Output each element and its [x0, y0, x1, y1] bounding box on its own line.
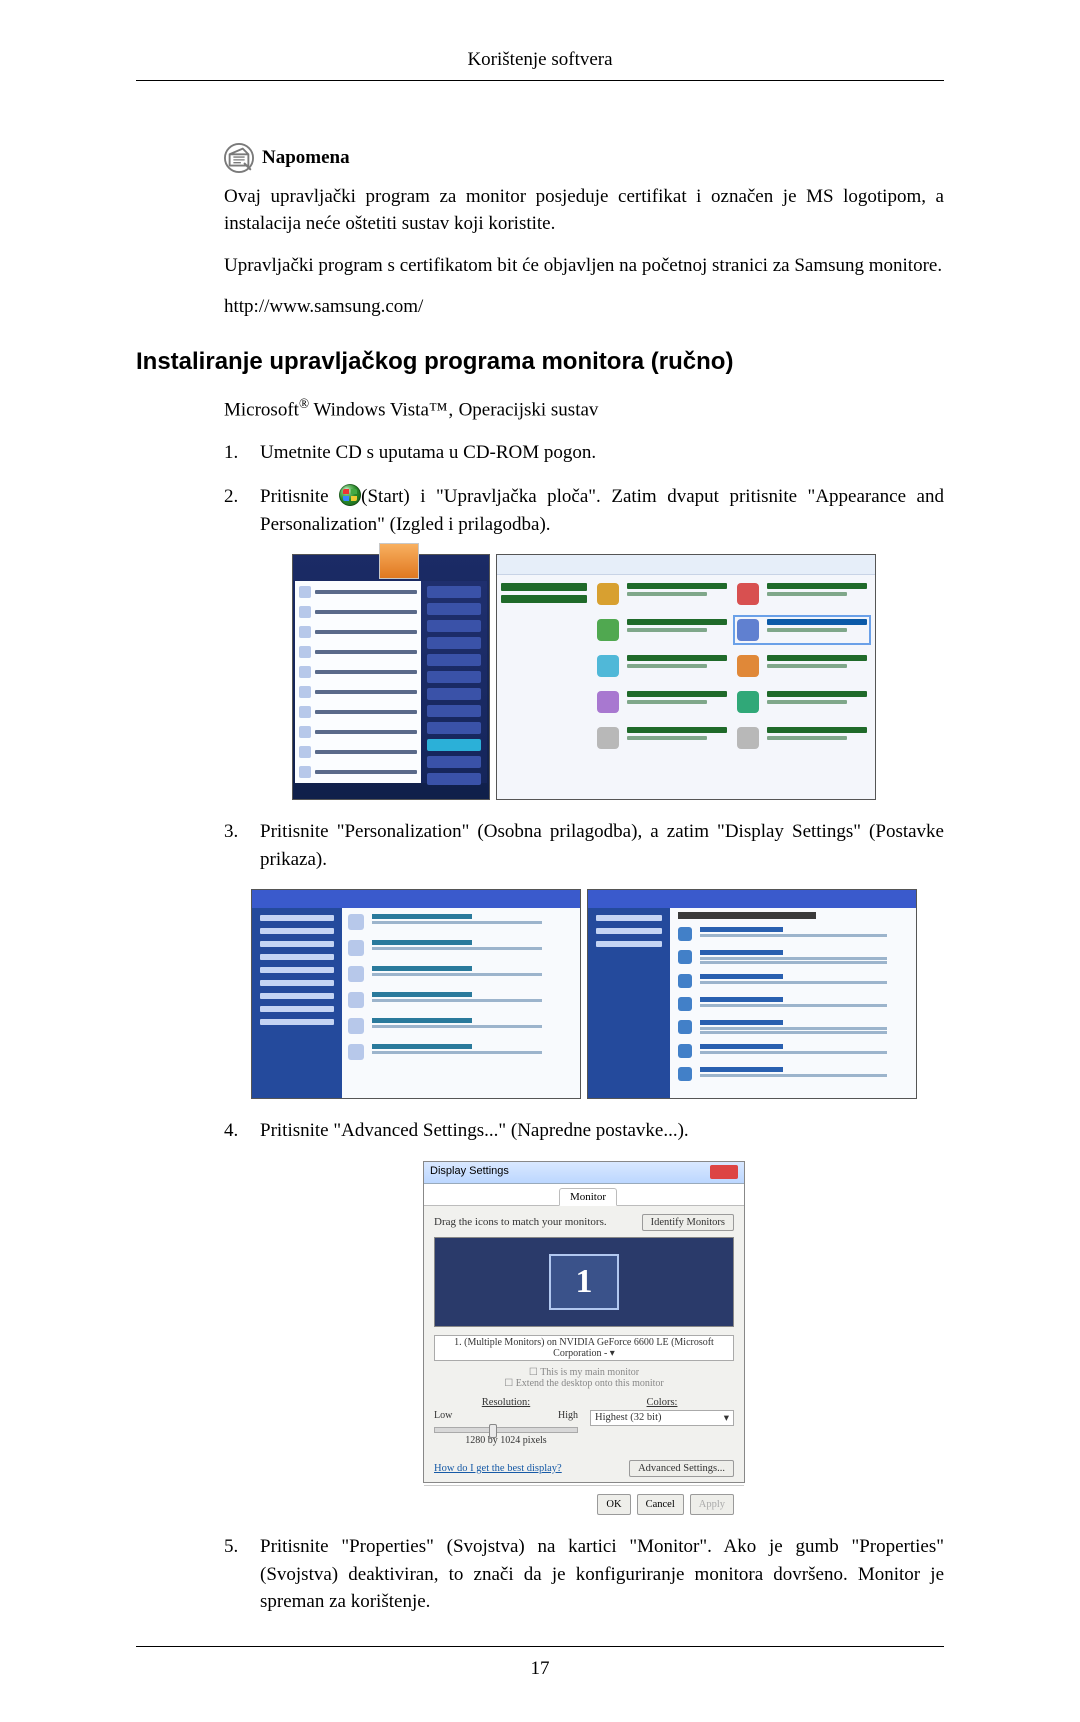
running-head: Korištenje softvera: [0, 46, 1080, 74]
display-device-combo[interactable]: 1. (Multiple Monitors) on NVIDIA GeForce…: [434, 1335, 734, 1361]
page-number: 17: [136, 1655, 944, 1683]
tab-monitor[interactable]: Monitor: [559, 1188, 617, 1206]
step-1: 1. Umetnite CD s uputama u CD-ROM pogon.: [224, 439, 944, 467]
main-monitor-checkbox[interactable]: ☐ This is my main monitor: [434, 1367, 734, 1378]
step-2-post: (Start) i "Upravljačka ploča". Zatim dva…: [260, 486, 944, 535]
apply-button[interactable]: Apply: [690, 1494, 734, 1515]
screenshot-appearance-list: [251, 889, 581, 1099]
main-monitor-label: This is my main monitor: [540, 1367, 639, 1378]
resolution-slider[interactable]: [434, 1427, 578, 1433]
note-url: http://www.samsung.com/: [224, 293, 944, 321]
monitor-arrangement-canvas[interactable]: 1: [434, 1237, 734, 1327]
screenshot-control-panel-categories: [496, 554, 876, 800]
monitor-1-icon[interactable]: 1: [549, 1254, 619, 1310]
figure-step-2: [224, 554, 944, 800]
dialog-title: Display Settings: [430, 1164, 509, 1180]
extend-desktop-checkbox[interactable]: ☐ Extend the desktop onto this monitor: [434, 1378, 734, 1389]
screenshot-display-settings: Display Settings Monitor Drag the icons …: [423, 1161, 745, 1483]
note-paragraph-1: Ovaj upravljački program za monitor posj…: [224, 183, 944, 238]
screenshot-start-menu: [292, 554, 490, 800]
bottom-rule: [136, 1646, 944, 1647]
identify-monitors-button[interactable]: Identify Monitors: [642, 1214, 734, 1231]
step-5-num: 5.: [224, 1533, 244, 1616]
note-icon: [224, 143, 254, 173]
step-4-num: 4.: [224, 1117, 244, 1145]
screenshot-personalization: [587, 889, 917, 1099]
res-high: High: [558, 1410, 578, 1421]
colors-label: Colors:: [590, 1397, 734, 1408]
top-rule: [136, 80, 944, 81]
step-5-text: Pritisnite "Properties" (Svojstva) na ka…: [260, 1533, 944, 1616]
step-3-num: 3.: [224, 818, 244, 873]
step-1-text: Umetnite CD s uputama u CD-ROM pogon.: [260, 439, 944, 467]
advanced-settings-button[interactable]: Advanced Settings...: [629, 1460, 734, 1477]
os-subhead: Microsoft® Windows Vista™‚ Operacijski s…: [224, 394, 944, 424]
resolution-label: Resolution:: [434, 1397, 578, 1408]
windows-start-orb-icon: [339, 484, 361, 506]
step-4: 4. Pritisnite "Advanced Settings..." (Na…: [224, 1117, 944, 1145]
step-3: 3. Pritisnite "Personalization" (Osobna …: [224, 818, 944, 873]
drag-hint: Drag the icons to match your monitors.: [434, 1216, 607, 1228]
os-subhead-rest: Windows Vista™‚ Operacijski sustav: [309, 399, 598, 420]
help-link[interactable]: How do I get the best display?: [434, 1463, 562, 1474]
step-2-pre: Pritisnite: [260, 486, 339, 507]
os-subhead-prefix: Microsoft: [224, 399, 299, 420]
cancel-button[interactable]: Cancel: [637, 1494, 684, 1515]
note-paragraph-2: Upravljački program s certifikatom bit ć…: [224, 252, 944, 280]
extend-desktop-label: Extend the desktop onto this monitor: [516, 1378, 664, 1389]
note-label: Napomena: [262, 144, 350, 172]
close-icon[interactable]: [710, 1165, 738, 1179]
step-2-text: Pritisnite (Start) i "Upravljačka ploča"…: [260, 483, 944, 538]
step-2-num: 2.: [224, 483, 244, 538]
registered-mark: ®: [299, 396, 309, 411]
chevron-down-icon: ▾: [724, 1412, 729, 1424]
figure-step-4: Display Settings Monitor Drag the icons …: [224, 1161, 944, 1516]
figure-step-3: [224, 889, 944, 1099]
step-5: 5. Pritisnite "Properties" (Svojstva) na…: [224, 1533, 944, 1616]
colors-select[interactable]: Highest (32 bit) ▾: [590, 1410, 734, 1426]
step-1-num: 1.: [224, 439, 244, 467]
colors-value: Highest (32 bit): [595, 1412, 662, 1424]
section-heading: Instaliranje upravljačkog programa monit…: [0, 345, 1080, 380]
res-low: Low: [434, 1410, 452, 1421]
step-4-text: Pritisnite "Advanced Settings..." (Napre…: [260, 1117, 944, 1145]
step-2: 2. Pritisnite (Start) i "Upravljačka plo…: [224, 483, 944, 538]
ok-button[interactable]: OK: [597, 1494, 630, 1515]
step-3-text: Pritisnite "Personalization" (Osobna pri…: [260, 818, 944, 873]
resolution-value: 1280 by 1024 pixels: [434, 1435, 578, 1446]
